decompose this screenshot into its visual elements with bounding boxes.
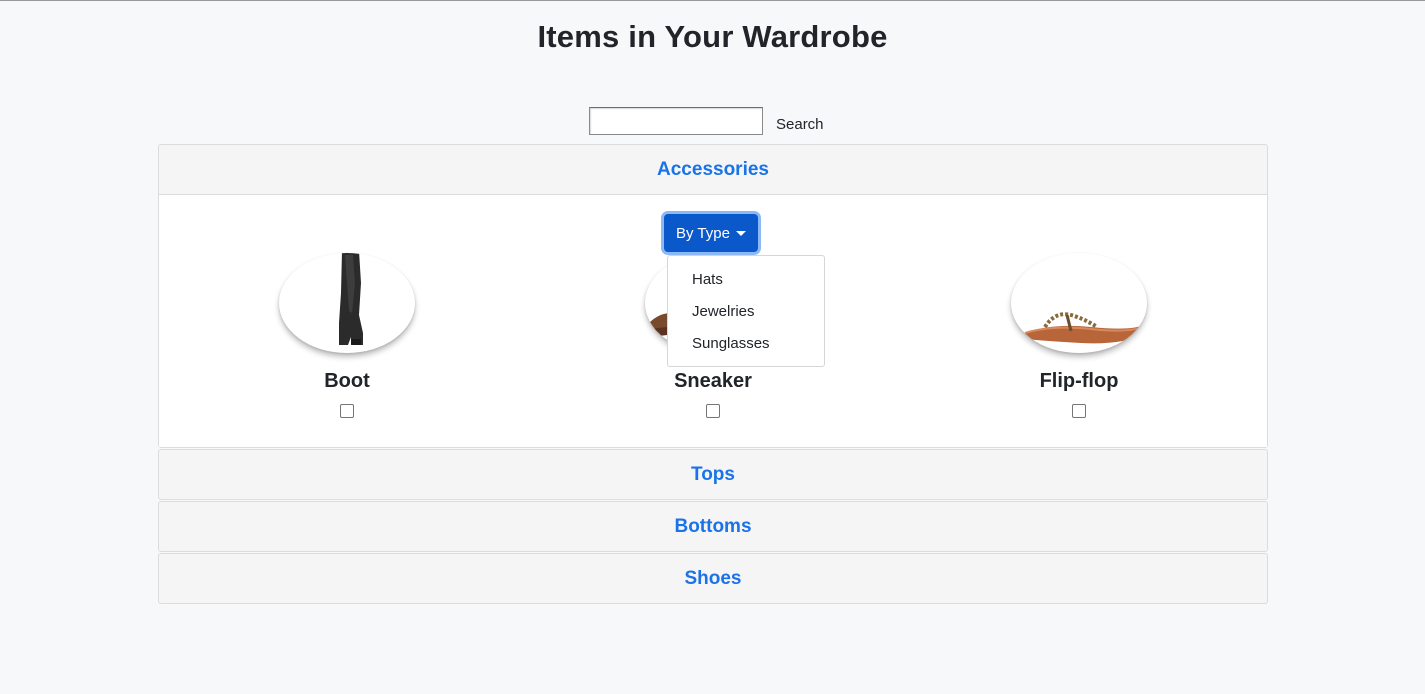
by-type-label: By Type — [676, 224, 730, 242]
window-top-border — [0, 0, 1425, 1]
item-name: Boot — [324, 370, 370, 392]
accordion-header-bottoms[interactable]: Bottoms — [159, 502, 1267, 551]
accordion-item-bottoms: Bottoms — [158, 501, 1268, 552]
flip-flop-image — [1011, 253, 1147, 353]
category-accordion: Accessories Boot Sneaker Flip-flop By Ty… — [158, 144, 1268, 605]
item-name: Sneaker — [674, 370, 752, 392]
by-type-dropdown-button[interactable]: By Type — [664, 214, 758, 252]
item-name: Flip-flop — [1039, 370, 1119, 392]
accordion-item-shoes: Shoes — [158, 553, 1268, 604]
item-checkbox[interactable] — [1072, 404, 1086, 418]
search-input[interactable] — [589, 107, 763, 135]
item-card-flip-flop: Flip-flop — [989, 253, 1169, 423]
accordion-body-accessories: Boot Sneaker Flip-flop By Type Hats Jewe… — [159, 195, 1267, 447]
dropdown-item-hats[interactable]: Hats — [668, 267, 824, 299]
dropdown-item-jewelries[interactable]: Jewelries — [668, 299, 824, 331]
item-checkbox[interactable] — [706, 404, 720, 418]
item-checkbox[interactable] — [340, 404, 354, 418]
accordion-header-shoes[interactable]: Shoes — [159, 554, 1267, 603]
page: Items in Your Wardrobe Search Accessorie… — [0, 0, 1425, 694]
item-card-boot: Boot — [257, 253, 437, 423]
accordion-header-accessories[interactable]: Accessories — [159, 145, 1267, 195]
dropdown-item-sunglasses[interactable]: Sunglasses — [668, 331, 824, 363]
boot-image — [279, 253, 415, 353]
search-button[interactable]: Search — [776, 110, 824, 133]
accordion-item-accessories: Accessories Boot Sneaker Flip-flop By Ty… — [158, 144, 1268, 448]
by-type-dropdown-menu: Hats Jewelries Sunglasses — [667, 255, 825, 367]
search-bar: Search — [589, 107, 824, 135]
accordion-header-tops[interactable]: Tops — [159, 450, 1267, 499]
accordion-item-tops: Tops — [158, 449, 1268, 500]
page-title: Items in Your Wardrobe — [537, 19, 888, 54]
caret-down-icon — [735, 230, 746, 236]
